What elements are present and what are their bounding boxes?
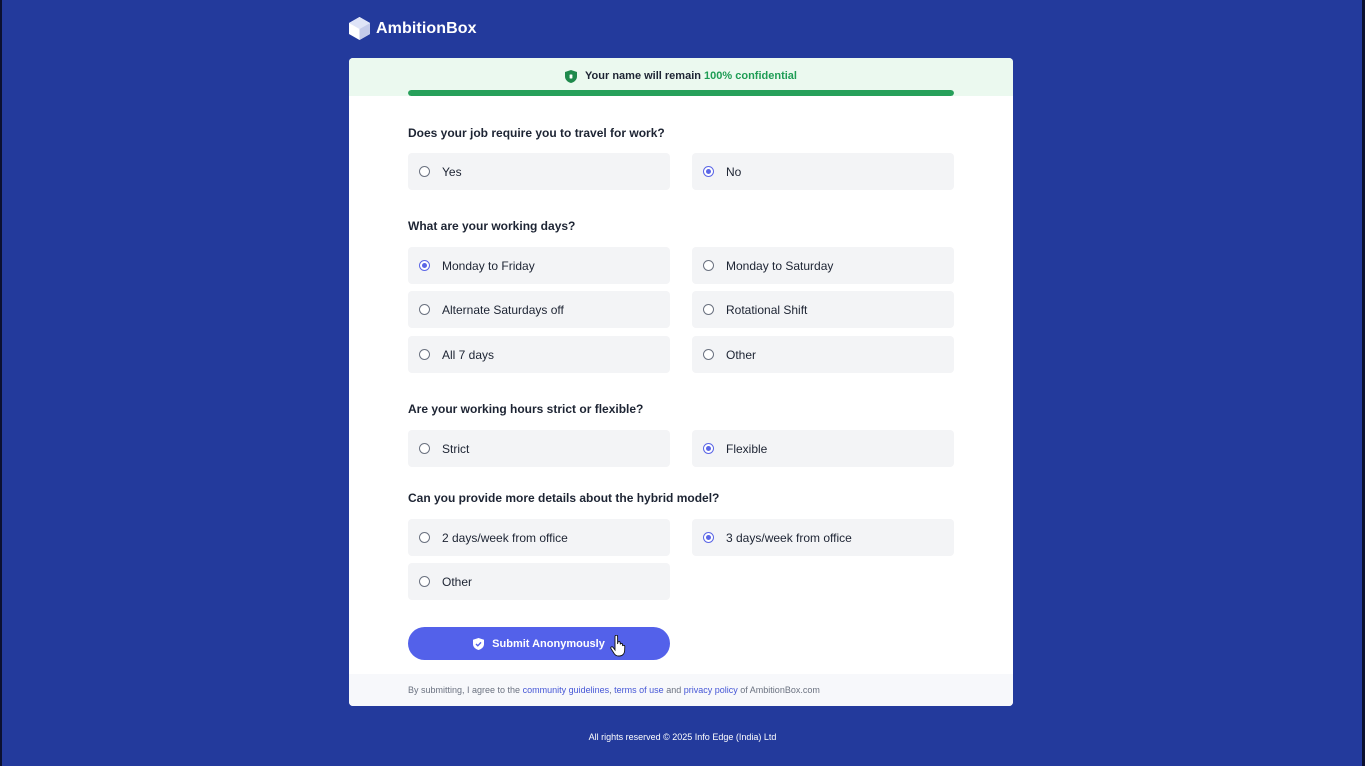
option-label: Flexible: [726, 441, 768, 456]
progress-bar: [408, 90, 954, 96]
confidential-text: Your name will remain 100% confidential: [585, 70, 797, 82]
option-label: Monday to Friday: [442, 258, 535, 273]
option-days-other[interactable]: Other: [692, 336, 954, 373]
question-working-hours: Are your working hours strict or flexibl…: [408, 402, 644, 416]
radio-button[interactable]: [419, 166, 430, 177]
shield-icon: [565, 69, 578, 83]
terms-notice: By submitting, I agree to the community …: [349, 674, 1013, 706]
option-days-mon-sat[interactable]: Monday to Saturday: [692, 247, 954, 284]
radio-button[interactable]: [419, 532, 430, 543]
terms-separator: ,: [609, 685, 612, 695]
community-guidelines-link[interactable]: community guidelines: [523, 685, 610, 695]
option-label: Other: [726, 347, 757, 362]
progress-fill: [408, 90, 954, 96]
option-days-alt-sat[interactable]: Alternate Saturdays off: [408, 291, 670, 328]
option-label: Other: [442, 574, 473, 589]
option-travel-yes[interactable]: Yes: [408, 153, 670, 190]
radio-button[interactable]: [703, 166, 714, 177]
option-days-mon-fri[interactable]: Monday to Friday: [408, 247, 670, 284]
option-travel-no[interactable]: No: [692, 153, 954, 190]
radio-button[interactable]: [703, 532, 714, 543]
radio-button[interactable]: [703, 304, 714, 315]
radio-button[interactable]: [419, 576, 430, 587]
radio-button[interactable]: [703, 260, 714, 271]
submit-anonymously-button[interactable]: Submit Anonymously: [408, 627, 670, 660]
radio-button[interactable]: [419, 260, 430, 271]
option-label: Rotational Shift: [726, 302, 808, 317]
question-hybrid-model: Can you provide more details about the h…: [408, 491, 720, 505]
option-hours-flexible[interactable]: Flexible: [692, 430, 954, 467]
submit-label: Submit Anonymously: [492, 637, 605, 650]
brand-header[interactable]: AmbitionBox: [349, 17, 477, 40]
terms-prefix: By submitting, I agree to the: [408, 685, 521, 695]
option-label: Alternate Saturdays off: [442, 302, 564, 317]
terms-and: and: [666, 685, 682, 695]
option-label: Monday to Saturday: [726, 258, 834, 273]
option-label: No: [726, 164, 742, 179]
option-hours-strict[interactable]: Strict: [408, 430, 670, 467]
terms-of-use-link[interactable]: terms of use: [614, 685, 664, 695]
option-hybrid-2-days[interactable]: 2 days/week from office: [408, 519, 670, 556]
shield-check-icon: [473, 637, 485, 650]
option-days-all-7[interactable]: All 7 days: [408, 336, 670, 373]
privacy-policy-link[interactable]: privacy policy: [684, 685, 738, 695]
review-form-card: Your name will remain 100% confidential …: [349, 58, 1013, 706]
radio-button[interactable]: [419, 443, 430, 454]
radio-button[interactable]: [703, 349, 714, 360]
confidential-highlight: 100% confidential: [704, 70, 797, 82]
option-label: Strict: [442, 441, 470, 456]
footer-copyright: All rights reserved © 2025 Info Edge (In…: [588, 732, 777, 742]
question-travel: Does your job require you to travel for …: [408, 126, 665, 140]
option-days-rotational[interactable]: Rotational Shift: [692, 291, 954, 328]
question-working-days: What are your working days?: [408, 219, 576, 233]
option-hybrid-other[interactable]: Other: [408, 563, 670, 600]
ambitionbox-logo-icon: [349, 17, 370, 40]
radio-button[interactable]: [419, 349, 430, 360]
option-label: 3 days/week from office: [726, 530, 852, 545]
brand-name: AmbitionBox: [376, 19, 477, 37]
option-label: All 7 days: [442, 347, 495, 362]
frame-edge-left: [0, 0, 2, 766]
radio-button[interactable]: [703, 443, 714, 454]
hand-cursor-icon: [610, 635, 626, 657]
radio-button[interactable]: [419, 304, 430, 315]
option-label: Yes: [442, 164, 462, 179]
option-hybrid-3-days[interactable]: 3 days/week from office: [692, 519, 954, 556]
terms-suffix: of AmbitionBox.com: [740, 685, 820, 695]
confidential-prefix: Your name will remain: [585, 70, 701, 82]
option-label: 2 days/week from office: [442, 530, 568, 545]
